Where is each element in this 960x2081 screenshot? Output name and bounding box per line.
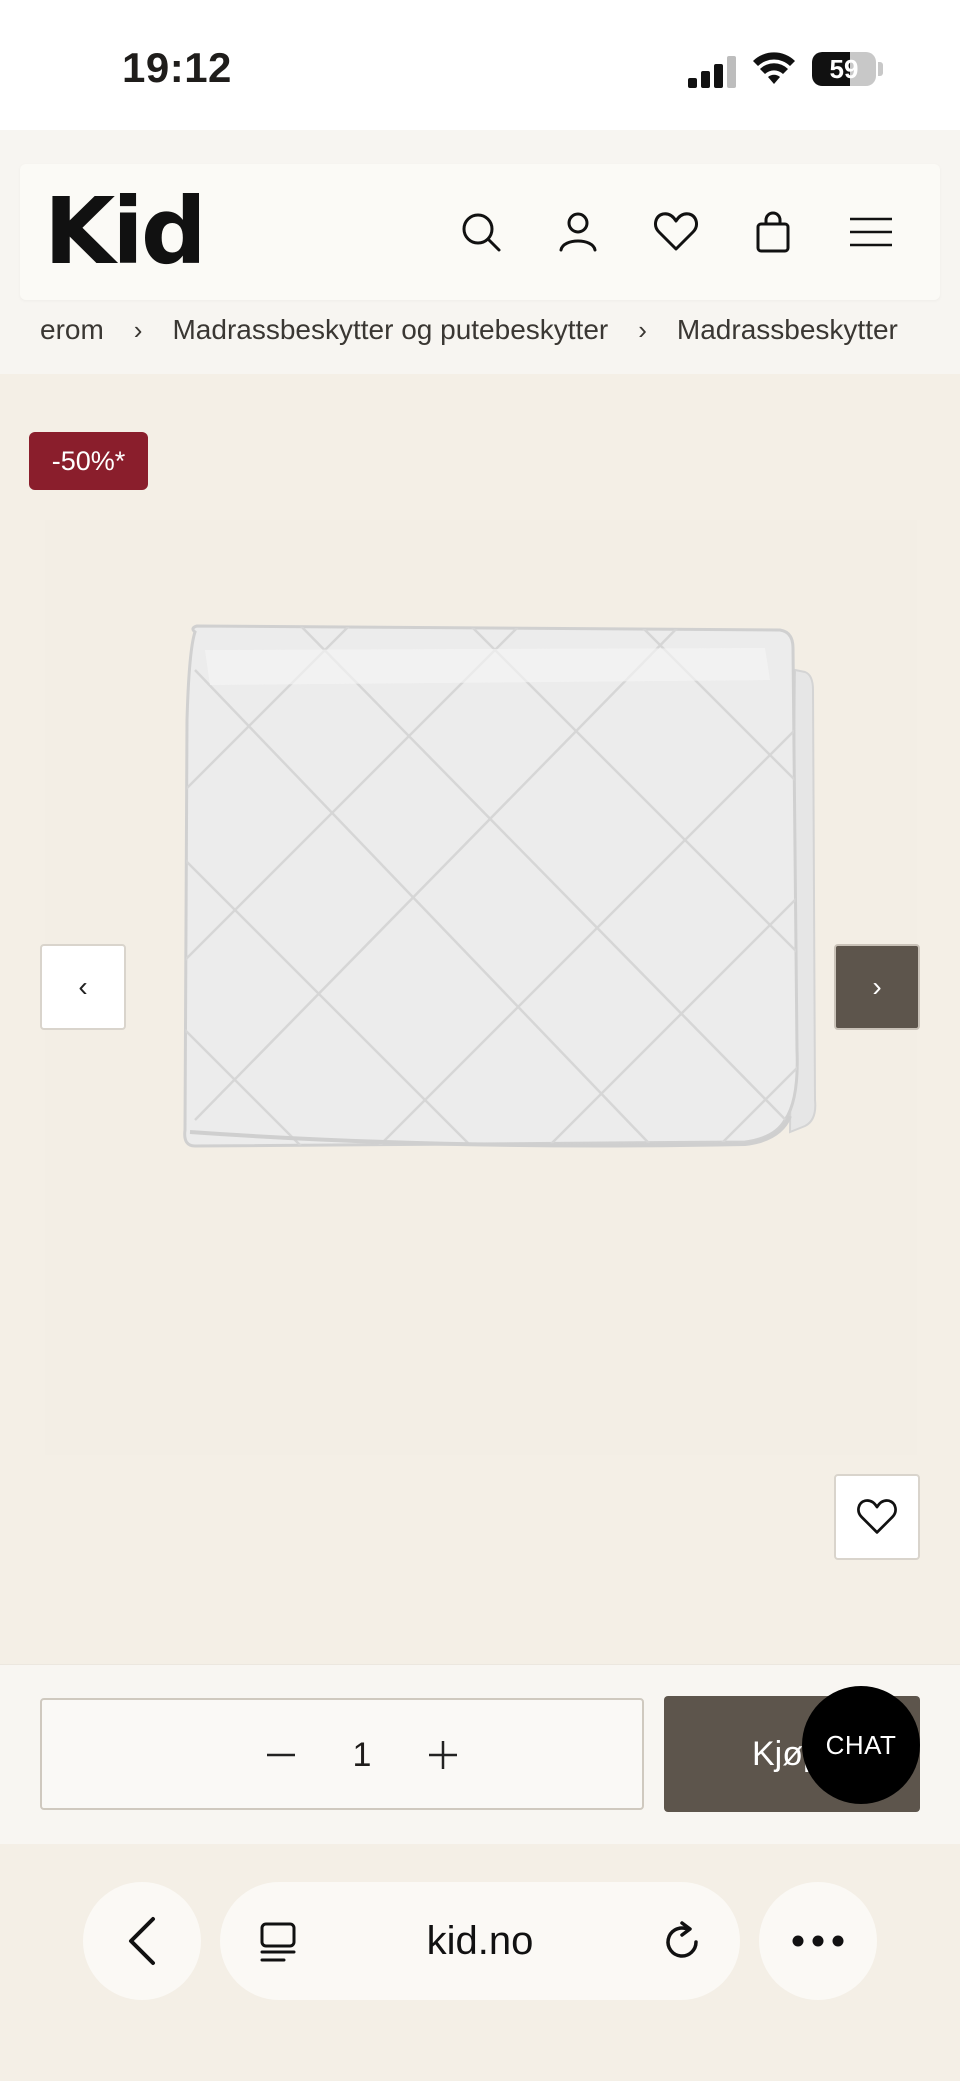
status-time: 19:12: [122, 44, 232, 91]
battery-icon: 59: [812, 52, 876, 86]
breadcrumb-item[interactable]: Madrassbeskytter og putebeskytter: [172, 314, 608, 346]
product-image-area[interactable]: [45, 520, 917, 1455]
breadcrumb: erom › Madrassbeskytter og putebeskytter…: [0, 300, 960, 374]
breadcrumb-separator: ›: [638, 314, 647, 345]
breadcrumb-separator: ›: [133, 314, 143, 345]
reload-icon[interactable]: [660, 1920, 704, 1964]
minus-icon: [267, 1753, 295, 1757]
quilted-mattress-protector-image: [183, 624, 817, 1148]
heart-icon[interactable]: [646, 202, 706, 262]
browser-more-button[interactable]: [759, 1882, 877, 2000]
battery-level: 59: [829, 54, 859, 84]
quantity-value[interactable]: 1: [342, 1730, 382, 1780]
bag-icon[interactable]: [743, 202, 803, 262]
quantity-stepper: 1: [40, 1698, 644, 1810]
quantity-increase-button[interactable]: [418, 1730, 468, 1780]
battery-tip: [878, 62, 883, 76]
sale-badge: -50%*: [29, 432, 148, 490]
signal-icon: [688, 56, 738, 88]
account-icon[interactable]: [548, 202, 608, 262]
kid-logo[interactable]: Kid: [44, 182, 207, 282]
browser-back-button[interactable]: [83, 1882, 201, 2000]
chat-button-label: CHAT: [825, 1730, 897, 1760]
chat-button[interactable]: CHAT: [802, 1686, 920, 1804]
site-header: Kid: [20, 164, 940, 300]
status-bar: 19:12 59: [0, 0, 960, 130]
gallery-prev-button[interactable]: ‹: [40, 944, 126, 1030]
add-to-favorites-button[interactable]: [834, 1474, 920, 1560]
plus-icon: [429, 1741, 457, 1769]
heart-icon: [857, 1499, 897, 1534]
chevron-right-icon: ›: [872, 971, 882, 1002]
search-icon[interactable]: [451, 202, 511, 262]
address-bar[interactable]: kid.no: [220, 1882, 740, 2000]
menu-icon[interactable]: [841, 202, 901, 262]
breadcrumb-item-current[interactable]: Madrassbeskytter: [677, 314, 898, 346]
gallery-next-button[interactable]: ›: [834, 944, 920, 1030]
back-icon: [129, 1917, 155, 1965]
more-icon: [792, 1935, 844, 1947]
quantity-decrease-button[interactable]: [256, 1730, 306, 1780]
breadcrumb-item[interactable]: erom: [40, 314, 104, 346]
chevron-left-icon: ‹: [78, 971, 88, 1002]
wifi-icon: [753, 52, 795, 84]
